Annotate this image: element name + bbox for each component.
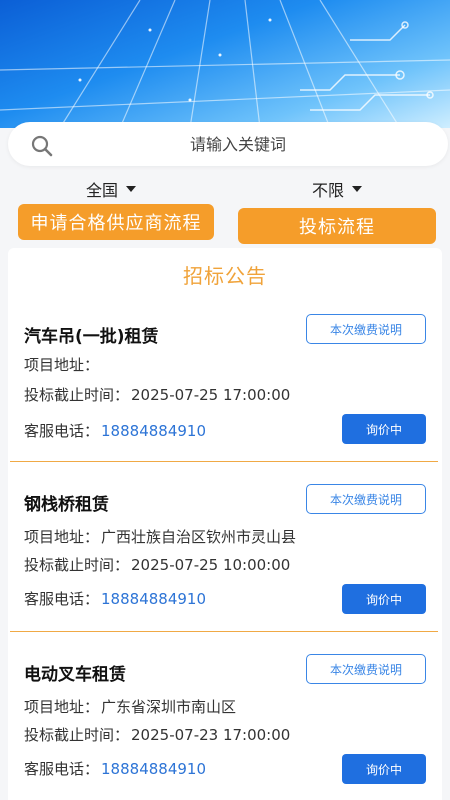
search-input[interactable] xyxy=(68,130,408,158)
deadline-value: 2025-07-25 17:00:00 xyxy=(131,386,291,404)
phone-label: 客服电话： xyxy=(24,422,100,440)
deadline-value: 2025-07-23 17:00:00 xyxy=(131,726,291,744)
inquiry-button[interactable]: 询价中 xyxy=(342,754,426,784)
address-row: 项目地址： 广东省深圳市南山区 xyxy=(24,696,236,717)
bid-process-button[interactable]: 投标流程 xyxy=(238,208,436,244)
search-bar xyxy=(8,122,448,166)
deadline-row: 投标截止时间： 2025-07-25 10:00:00 xyxy=(24,554,290,575)
notice-title: 电动叉车租赁 xyxy=(24,665,126,685)
caret-down-icon xyxy=(126,186,137,192)
phone-label: 客服电话： xyxy=(24,590,100,608)
notice-card[interactable]: 钢栈桥租赁 本次缴费说明 项目地址： 广西壮族自治区钦州市灵山县 投标截止时间： 2… xyxy=(10,484,438,632)
deadline-label: 投标截止时间： xyxy=(24,726,130,744)
fee-info-button[interactable]: 本次缴费说明 xyxy=(306,484,426,514)
phone-link[interactable]: 18884884910 xyxy=(101,422,206,440)
apply-supplier-button[interactable]: 申请合格供应商流程 xyxy=(18,204,214,240)
phone-link[interactable]: 18884884910 xyxy=(101,760,206,778)
fee-info-button[interactable]: 本次缴费说明 xyxy=(306,654,426,684)
address-label: 项目地址： xyxy=(24,356,100,374)
inquiry-button[interactable]: 询价中 xyxy=(342,414,426,444)
region-filter[interactable]: 全国 xyxy=(86,178,137,200)
phone-row: 客服电话： 18884884910 xyxy=(24,588,206,609)
notice-title: 汽车吊(一批)租赁 xyxy=(24,327,159,347)
region-filter-label: 全国 xyxy=(86,181,119,200)
inquiry-button[interactable]: 询价中 xyxy=(342,584,426,614)
fee-info-button[interactable]: 本次缴费说明 xyxy=(306,314,426,344)
deadline-label: 投标截止时间： xyxy=(24,556,130,574)
deadline-row: 投标截止时间： 2025-07-25 17:00:00 xyxy=(24,384,290,405)
banner-image xyxy=(0,0,450,128)
caret-down-icon xyxy=(352,186,363,192)
address-value: 广西壮族自治区钦州市灵山县 xyxy=(101,528,297,546)
address-label: 项目地址： xyxy=(24,698,100,716)
address-row: 项目地址： 广西壮族自治区钦州市灵山县 xyxy=(24,526,296,547)
deadline-row: 投标截止时间： 2025-07-23 17:00:00 xyxy=(24,724,290,745)
notice-card[interactable]: 汽车吊(一批)租赁 本次缴费说明 项目地址： 投标截止时间： 2025-07-25… xyxy=(10,314,438,462)
phone-link[interactable]: 18884884910 xyxy=(101,590,206,608)
notice-title: 钢栈桥租赁 xyxy=(24,495,109,515)
phone-row: 客服电话： 18884884910 xyxy=(24,758,206,779)
notice-card[interactable]: 电动叉车租赁 本次缴费说明 项目地址： 广东省深圳市南山区 投标截止时间： 2025… xyxy=(10,654,438,800)
search-icon[interactable] xyxy=(30,134,54,158)
limit-filter-label: 不限 xyxy=(312,181,345,200)
phone-row: 客服电话： 18884884910 xyxy=(24,420,206,441)
phone-label: 客服电话： xyxy=(24,760,100,778)
deadline-value: 2025-07-25 10:00:00 xyxy=(131,556,291,574)
section-title: 招标公告 xyxy=(183,264,267,288)
deadline-label: 投标截止时间： xyxy=(24,386,130,404)
address-label: 项目地址： xyxy=(24,528,100,546)
address-row: 项目地址： xyxy=(24,354,101,375)
limit-filter[interactable]: 不限 xyxy=(312,178,363,200)
address-value: 广东省深圳市南山区 xyxy=(101,698,237,716)
